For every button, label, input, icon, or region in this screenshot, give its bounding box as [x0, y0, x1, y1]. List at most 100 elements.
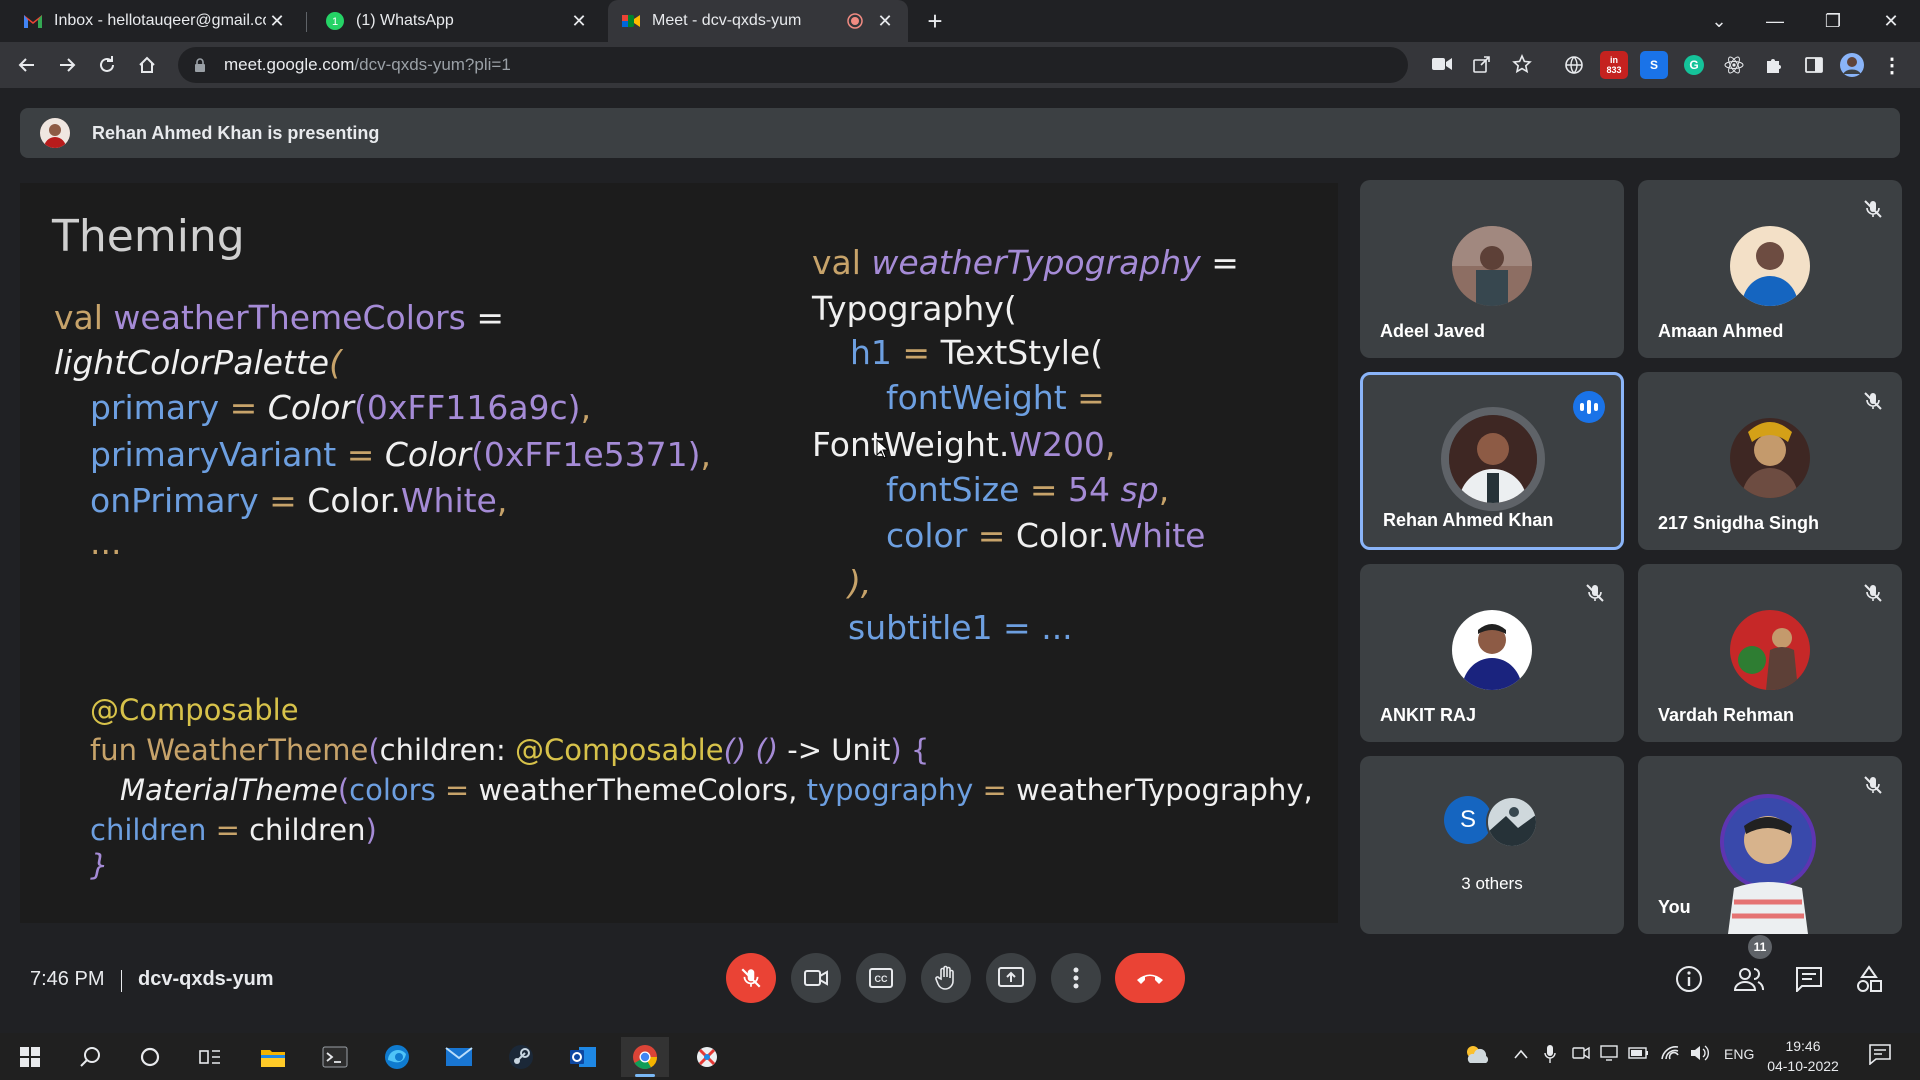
others-tile[interactable]: S 3 others [1360, 756, 1624, 934]
microphone-in-use-icon[interactable] [1544, 1044, 1556, 1067]
start-button[interactable] [6, 1037, 54, 1077]
raise-hand-button[interactable] [921, 953, 971, 1003]
more-options-button[interactable] [1051, 953, 1101, 1003]
participant-tile[interactable]: 217 Snigdha Singh [1638, 372, 1902, 550]
grammarly-icon[interactable]: G [1680, 51, 1708, 79]
bookmark-star-icon[interactable] [1508, 50, 1536, 78]
volume-icon[interactable] [1690, 1045, 1710, 1064]
end-call-button[interactable] [1115, 953, 1185, 1003]
new-tab-button[interactable]: + [920, 6, 950, 36]
presentation-stage: Theming val weatherThemeColors = lightCo… [20, 183, 1338, 923]
microphone-toggle-button[interactable] [726, 953, 776, 1003]
participant-tile[interactable]: ANKIT RAJ [1360, 564, 1624, 742]
windows-icon [20, 1047, 40, 1067]
tab-whatsapp[interactable]: 1 (1) WhatsApp ✕ [312, 0, 602, 42]
search-icon[interactable] [66, 1037, 114, 1077]
code-line: val weatherTypography = [812, 243, 1239, 282]
notifications-icon[interactable] [1868, 1043, 1892, 1068]
snipping-tool-icon[interactable] [683, 1037, 731, 1077]
taskbar-clock[interactable]: 19:46 04-10-2022 [1763, 1036, 1843, 1076]
present-screen-button[interactable] [986, 953, 1036, 1003]
restore-button[interactable]: ❐ [1806, 0, 1860, 42]
participant-tile[interactable]: Adeel Javed [1360, 180, 1624, 358]
globe-extension-icon[interactable] [1560, 51, 1588, 79]
terminal-icon[interactable] [311, 1037, 359, 1077]
meeting-code: dcv-qxds-yum [138, 968, 274, 990]
url-path: /dcv-qxds-yum?pli=1 [354, 55, 511, 74]
address-bar[interactable]: meet.google.com/dcv-qxds-yum?pli=1 [178, 47, 1408, 83]
people-button[interactable] [1732, 962, 1766, 996]
mail-icon[interactable] [435, 1037, 483, 1077]
display-icon[interactable] [1600, 1045, 1618, 1064]
presenter-avatar [40, 118, 70, 148]
tab-label: (1) WhatsApp [356, 12, 454, 29]
input-language[interactable]: ENG [1724, 1046, 1754, 1062]
close-icon[interactable]: ✕ [266, 10, 288, 32]
close-icon[interactable]: ✕ [874, 10, 896, 32]
mic-off-icon [1864, 392, 1882, 410]
taskbar-time: 19:46 [1785, 1038, 1821, 1054]
people-icon [1734, 968, 1764, 991]
present-icon [998, 967, 1024, 987]
presenting-text: Rehan Ahmed Khan is presenting [92, 122, 380, 143]
code-line: subtitle1 = ... [848, 608, 1073, 647]
side-panel-icon[interactable] [1800, 51, 1828, 79]
code-line: Typography( [812, 289, 1017, 328]
file-explorer-icon[interactable] [249, 1037, 297, 1077]
back-icon[interactable] [12, 50, 42, 80]
code-line: } [90, 848, 109, 882]
profile-avatar[interactable] [1838, 51, 1866, 79]
home-icon[interactable] [132, 50, 162, 80]
close-icon[interactable]: ✕ [568, 10, 590, 32]
extension-badge: 833 [1606, 65, 1622, 75]
reload-icon[interactable] [92, 50, 122, 80]
tab-gmail[interactable]: Inbox - hellotauqeer@gmail.com ✕ [10, 0, 300, 42]
camera-toggle-button[interactable] [791, 953, 841, 1003]
chat-button[interactable] [1792, 962, 1826, 996]
share-icon[interactable] [1468, 50, 1496, 78]
more-vert-icon [1073, 967, 1079, 989]
participant-tile[interactable]: Vardah Rehman [1638, 564, 1902, 742]
battery-icon[interactable] [1628, 1046, 1650, 1063]
task-view-icon[interactable] [186, 1037, 234, 1077]
chrome-icon[interactable] [621, 1037, 669, 1077]
participant-tile-active-speaker[interactable]: Rehan Ahmed Khan [1360, 372, 1624, 550]
camera-in-use-tray-icon[interactable] [1572, 1045, 1590, 1064]
participant-initial-avatar: S [1444, 796, 1492, 844]
activities-button[interactable] [1852, 962, 1886, 996]
self-tile[interactable]: You [1638, 756, 1902, 934]
edge-icon[interactable] [373, 1037, 421, 1077]
participant-tile[interactable]: Amaan Ahmed [1638, 180, 1902, 358]
s-extension-icon[interactable]: S [1640, 51, 1668, 79]
slide-title: Theming [52, 211, 245, 262]
extensions-puzzle-icon[interactable] [1760, 51, 1788, 79]
code-line: children = children) [90, 813, 377, 847]
camera-in-use-icon[interactable] [1428, 50, 1456, 78]
captions-button[interactable]: CC [856, 953, 906, 1003]
mic-off-icon [1586, 584, 1604, 602]
participant-name: 217 Snigdha Singh [1658, 513, 1820, 533]
cortana-icon[interactable] [126, 1037, 174, 1077]
weather-icon[interactable] [1462, 1043, 1490, 1068]
close-window-button[interactable]: ✕ [1864, 0, 1918, 42]
wifi-icon[interactable] [1660, 1045, 1680, 1064]
code-line: fontSize = 54 sp, [886, 470, 1170, 509]
outlook-icon[interactable] [559, 1037, 607, 1077]
mic-off-icon [741, 968, 761, 988]
tab-meet[interactable]: Meet - dcv-qxds-yum ✕ [608, 0, 908, 42]
tab-search-icon[interactable]: ⌄ [1692, 0, 1746, 42]
video-camera-icon [804, 970, 828, 986]
minimize-button[interactable]: — [1748, 0, 1802, 42]
windows-taskbar: ENG 19:46 04-10-2022 [0, 1033, 1920, 1080]
code-line: ... [90, 523, 122, 562]
menu-kebab-icon[interactable]: ⋮ [1878, 51, 1906, 79]
browser-toolbar: meet.google.com/dcv-qxds-yum?pli=1 in 833… [0, 42, 1920, 88]
meeting-details-button[interactable] [1672, 962, 1706, 996]
linkedin-extension-icon[interactable]: in 833 [1600, 51, 1628, 79]
show-hidden-icons[interactable] [1514, 1046, 1528, 1062]
react-devtools-icon[interactable] [1720, 51, 1748, 79]
svg-text:CC: CC [875, 974, 888, 984]
steam-icon[interactable] [497, 1037, 545, 1077]
forward-icon[interactable] [52, 50, 82, 80]
mouse-cursor-icon [876, 439, 890, 459]
